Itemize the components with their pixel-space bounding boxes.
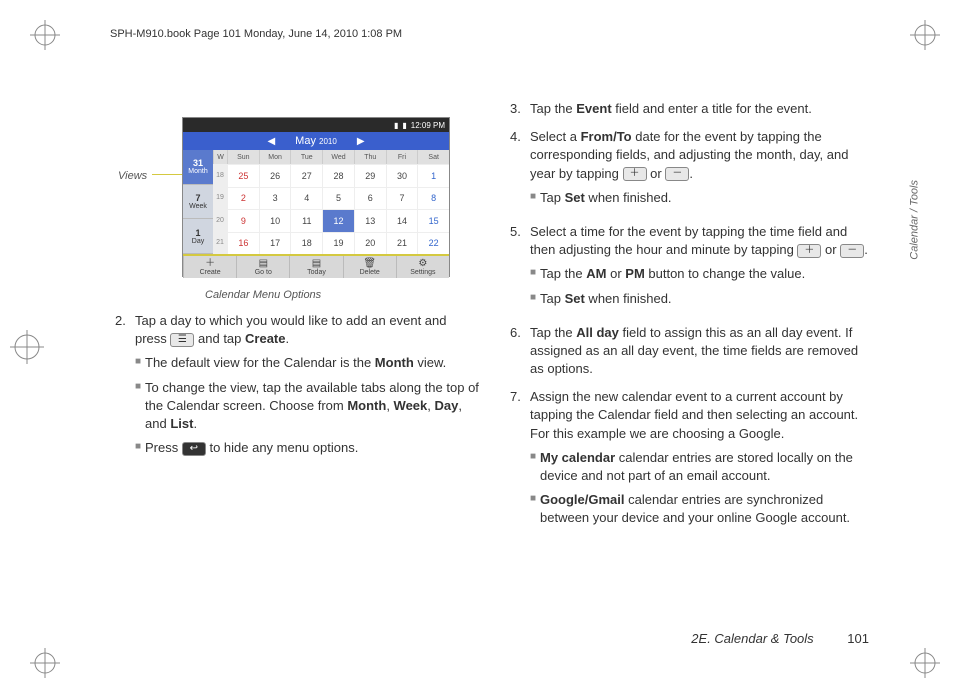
day-cell[interactable]: 30 — [386, 164, 418, 187]
tab-month[interactable]: 31Month — [183, 150, 213, 185]
day-cell[interactable]: 8 — [417, 187, 449, 210]
menu-key-icon: ☰ — [170, 333, 194, 347]
callout-line — [152, 174, 182, 175]
day-cell[interactable]: 28 — [322, 164, 354, 187]
settings-icon: ⚙ — [418, 259, 427, 269]
tab-day[interactable]: 1Day — [183, 219, 213, 254]
battery-icon: ▮ — [402, 121, 406, 130]
month-name: May — [295, 135, 316, 147]
day-cell[interactable]: 26 — [259, 164, 291, 187]
day-cell[interactable]: 1 — [417, 164, 449, 187]
day-cell[interactable]: 10 — [259, 209, 291, 232]
today-icon: ▤ — [312, 259, 321, 269]
crop-mark-br — [910, 648, 940, 678]
go to-icon: ▤ — [259, 259, 268, 269]
step-2-sub-2: ■To change the view, tap the available t… — [135, 379, 480, 434]
dow-header: W — [213, 150, 227, 164]
page-number: 101 — [847, 631, 869, 646]
day-cell[interactable]: 2 — [227, 187, 259, 210]
next-month-icon[interactable]: ▶ — [357, 136, 365, 147]
day-cell[interactable]: 18 — [290, 232, 322, 255]
delete-icon: 🗑 — [363, 259, 376, 269]
year: 2010 — [319, 137, 337, 146]
day-cell[interactable]: 7 — [386, 187, 418, 210]
day-cell[interactable]: 16 — [227, 232, 259, 255]
day-cell[interactable]: 4 — [290, 187, 322, 210]
tab-week[interactable]: 7Week — [183, 185, 213, 220]
page-footer: 2E. Calendar & Tools 101 — [691, 631, 869, 646]
dow-header: Thu — [354, 150, 386, 164]
month-header: ◀ May 2010 ▶ — [183, 132, 449, 150]
view-tabs: 31Month 7Week 1Day — [183, 150, 213, 254]
dow-header: Sat — [417, 150, 449, 164]
week-number: 20 — [213, 209, 227, 232]
step-3: 3.Tap the Event field and enter a title … — [510, 100, 870, 118]
toolbar-settings[interactable]: ⚙Settings — [396, 256, 449, 278]
status-bar: ▮ ▮ 12:09 PM — [183, 118, 449, 132]
week-number: 18 — [213, 164, 227, 187]
back-key-icon: ↩ — [182, 442, 206, 456]
views-callout-label: Views — [118, 170, 147, 182]
toolbar-go-to[interactable]: ▤Go to — [236, 256, 289, 278]
day-cell[interactable]: 19 — [322, 232, 354, 255]
day-cell[interactable]: 17 — [259, 232, 291, 255]
plus-icon: ＋ — [623, 167, 647, 181]
day-cell[interactable]: 27 — [290, 164, 322, 187]
day-cell[interactable]: 12 — [322, 209, 354, 232]
footer-section: 2E. Calendar & Tools — [691, 631, 813, 646]
day-cell[interactable]: 6 — [354, 187, 386, 210]
step-2-sub-1: ■The default view for the Calendar is th… — [135, 354, 480, 372]
dow-header: Wed — [322, 150, 354, 164]
crop-mark-bl — [30, 648, 60, 678]
toolbar-delete[interactable]: 🗑Delete — [343, 256, 396, 278]
week-number: 21 — [213, 232, 227, 255]
step-6: 6.Tap the All day field to assign this a… — [510, 324, 870, 379]
step-4: 4.Select a From/To date for the event by… — [510, 128, 870, 213]
step-2-sub-3: ■Press ↩ to hide any menu options. — [135, 439, 480, 457]
clock: 12:09 PM — [411, 121, 445, 130]
day-cell[interactable]: 22 — [417, 232, 449, 255]
day-cell[interactable]: 5 — [322, 187, 354, 210]
crop-mark-tr — [910, 20, 940, 50]
day-cell[interactable]: 25 — [227, 164, 259, 187]
day-cell[interactable]: 29 — [354, 164, 386, 187]
dow-header: Tue — [290, 150, 322, 164]
dow-header: Mon — [259, 150, 291, 164]
prev-month-icon[interactable]: ◀ — [267, 136, 275, 147]
step-7-sub-1: ■My calendar calendar entries are stored… — [530, 449, 870, 485]
day-cell[interactable]: 13 — [354, 209, 386, 232]
signal-icon: ▮ — [394, 121, 398, 130]
step-4-sub-1: ■Tap Set when finished. — [530, 189, 870, 207]
day-cell[interactable]: 14 — [386, 209, 418, 232]
step-5-sub-1: ■Tap the AM or PM button to change the v… — [530, 265, 870, 283]
side-section-tab: Calendar / Tools — [909, 180, 921, 260]
step-7-sub-2: ■Google/Gmail calendar entries are synch… — [530, 491, 870, 527]
day-cell[interactable]: 3 — [259, 187, 291, 210]
dow-header: Fri — [386, 150, 418, 164]
minus-icon: － — [665, 167, 689, 181]
dow-header: Sun — [227, 150, 259, 164]
day-cell[interactable]: 11 — [290, 209, 322, 232]
toolbar-create[interactable]: ＋Create — [183, 256, 236, 278]
step-5-sub-2: ■Tap Set when finished. — [530, 290, 870, 308]
toolbar-today[interactable]: ▤Today — [289, 256, 342, 278]
book-header: SPH-M910.book Page 101 Monday, June 14, … — [110, 28, 402, 40]
step-2: 2. Tap a day to which you would like to … — [115, 312, 480, 463]
step-5: 5.Select a time for the event by tapping… — [510, 223, 870, 314]
day-cell[interactable]: 9 — [227, 209, 259, 232]
day-cell[interactable]: 21 — [386, 232, 418, 255]
menu-callout-label: Calendar Menu Options — [205, 289, 321, 301]
crop-mark-ml — [10, 330, 44, 364]
plus-icon: ＋ — [797, 244, 821, 258]
step-7: 7.Assign the new calendar event to a cur… — [510, 388, 870, 533]
calendar-grid: WSunMonTueWedThuFriSat182526272829301192… — [213, 150, 449, 254]
day-cell[interactable]: 20 — [354, 232, 386, 255]
calendar-screenshot: ▮ ▮ 12:09 PM ◀ May 2010 ▶ 31Month 7Week … — [182, 117, 450, 277]
day-cell[interactable]: 15 — [417, 209, 449, 232]
minus-icon: － — [840, 244, 864, 258]
crop-mark-tl — [30, 20, 60, 50]
calendar-toolbar: ＋Create▤Go to▤Today🗑Delete⚙Settings — [183, 254, 449, 278]
week-number: 19 — [213, 187, 227, 210]
create-icon: ＋ — [205, 259, 215, 269]
